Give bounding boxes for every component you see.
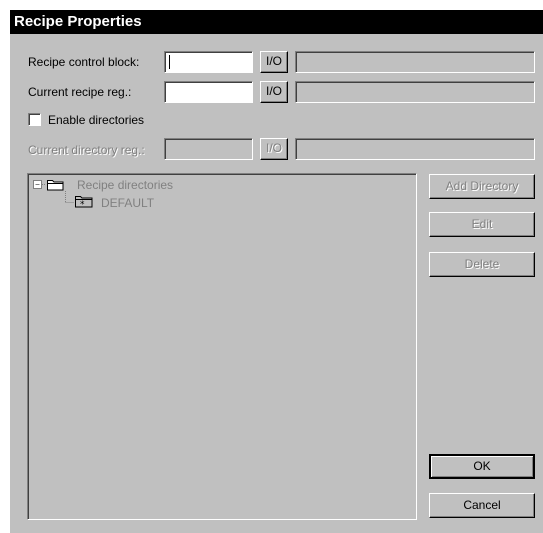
text-caret (169, 55, 170, 69)
window-title: Recipe Properties (14, 13, 142, 30)
recipe-control-block-display (295, 51, 535, 73)
recipe-control-block-input[interactable] (164, 51, 253, 73)
current-recipe-reg-display (295, 81, 535, 103)
enable-directories-checkbox[interactable] (28, 113, 41, 126)
current-directory-reg-input (164, 138, 253, 160)
svg-text:*: * (80, 200, 85, 210)
title-bar: Recipe Properties (10, 10, 543, 34)
enable-directories-label[interactable]: Enable directories (48, 113, 144, 127)
recipe-control-block-label: Recipe control block: (28, 55, 140, 69)
edit-button: Edit (429, 212, 535, 237)
add-directory-button: Add Directory (429, 174, 535, 199)
current-directory-reg-label: Current directory reg.: (28, 143, 145, 157)
current-directory-reg-display (295, 138, 535, 160)
recipe-directory-tree[interactable]: * Recipe directories DEFAULT (27, 173, 417, 520)
recipe-control-block-io-button[interactable]: I/O (260, 51, 288, 73)
delete-button: Delete (429, 252, 535, 277)
folder-icon (47, 180, 64, 191)
collapse-icon (33, 180, 42, 189)
cancel-button[interactable]: Cancel (429, 493, 535, 518)
current-recipe-reg-io-button[interactable]: I/O (260, 81, 288, 103)
tree-root-label[interactable]: Recipe directories (77, 178, 173, 192)
current-recipe-reg-label: Current recipe reg.: (28, 85, 132, 99)
current-directory-reg-io-button: I/O (260, 138, 288, 160)
tree-item-default[interactable]: DEFAULT (101, 196, 154, 210)
folder-star-icon: * (75, 196, 93, 210)
ok-button[interactable]: OK (429, 454, 535, 479)
current-recipe-reg-input[interactable] (164, 81, 253, 103)
